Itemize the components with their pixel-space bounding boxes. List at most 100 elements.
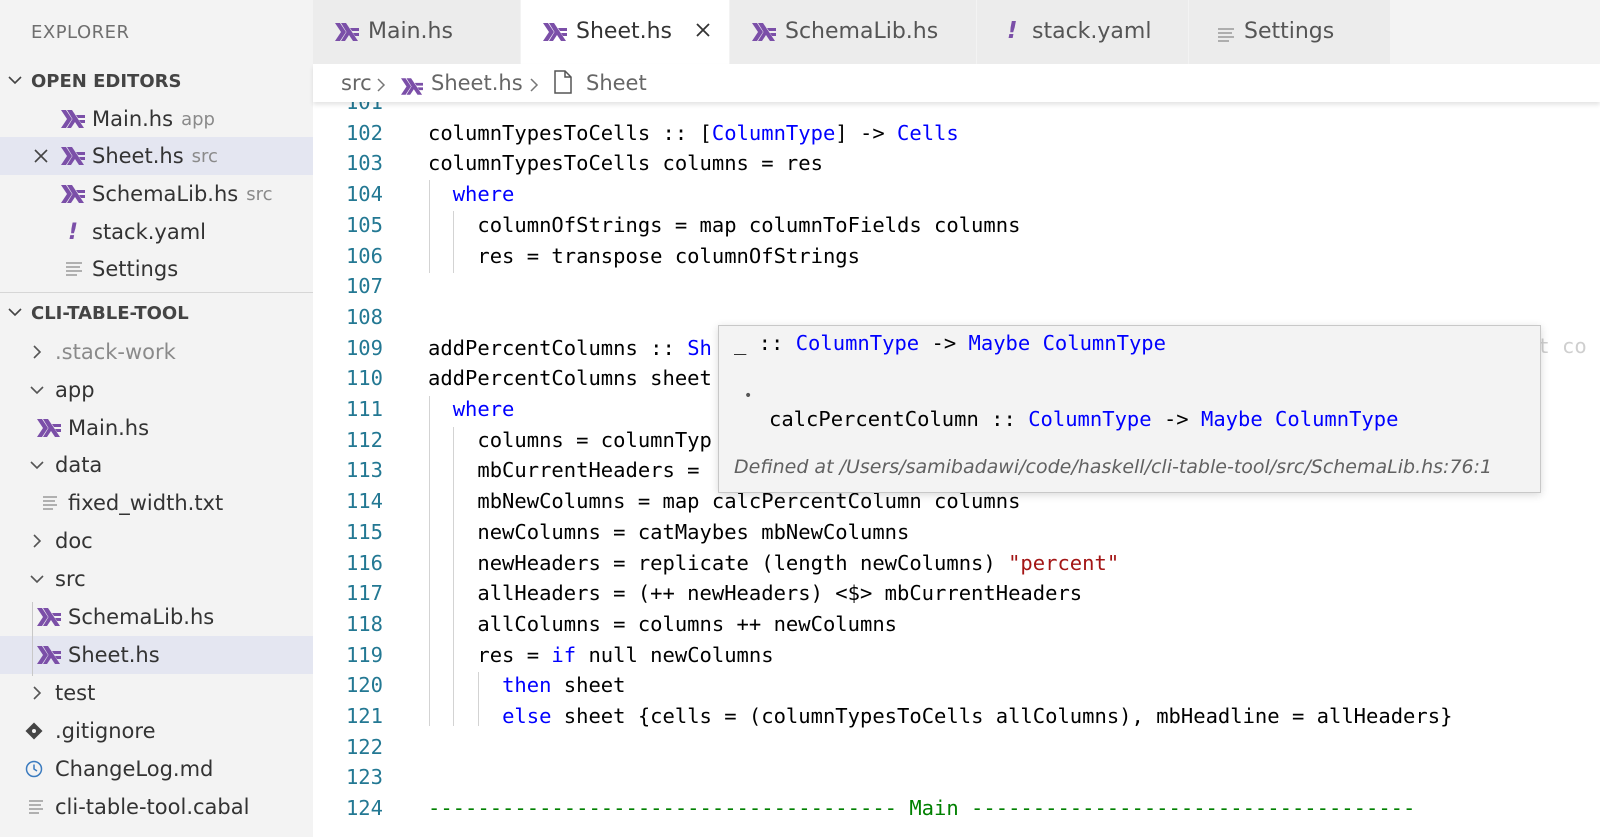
line-number: 117	[345, 581, 383, 606]
code-text: newHeaders = replicate (length newColumn…	[428, 548, 1119, 579]
code-token: calcPercentColumn ::	[769, 407, 1029, 431]
tab-label: Main.hs	[368, 19, 453, 44]
tree-indent-guide	[32, 602, 33, 676]
code-token: -------------------------------------- M…	[428, 796, 1416, 821]
file-name: SchemaLib.hs	[92, 182, 239, 206]
code-token: sheet	[551, 673, 626, 698]
code-token: where	[452, 397, 515, 421]
code-line[interactable]: 121 else sheet {cells = (columnTypesToCe…	[313, 701, 1600, 732]
open-editor-item-sheet[interactable]: Sheet.hs src	[0, 137, 313, 175]
chevron-down-icon	[27, 371, 47, 409]
code-token: else	[502, 704, 552, 728]
code-text: columnTypesToCells columns = res	[428, 148, 823, 179]
code-line[interactable]: 116 newHeaders = replicate (length newCo…	[313, 548, 1600, 579]
code-line[interactable]: 106 res = transpose columnOfStrings	[313, 241, 1600, 272]
tree-folder-doc[interactable]: doc	[0, 522, 313, 560]
line-number: 120	[345, 673, 383, 698]
line-number: 107	[345, 274, 383, 299]
tab-settings[interactable]: Settings	[1189, 0, 1391, 64]
code-text: newColumns = catMaybes mbNewColumns	[428, 517, 909, 548]
tree-file-main-hs[interactable]: Main.hs	[0, 409, 313, 447]
folder-desc: app	[181, 108, 215, 130]
tree-folder-data[interactable]: data	[0, 446, 313, 484]
open-editor-item-main[interactable]: Main.hs app	[0, 100, 313, 138]
open-editors-header[interactable]: OPEN EDITORS	[0, 63, 313, 99]
tab-main-hs[interactable]: Main.hs	[313, 0, 521, 64]
code-token: sheet {cells = (columnTypesToCells allCo…	[551, 704, 1453, 728]
file-symbol-icon	[553, 70, 573, 102]
tab-label: SchemaLib.hs	[785, 19, 939, 44]
code-text: where	[428, 394, 515, 425]
tree-file-schemalib[interactable]: SchemaLib.hs	[0, 598, 313, 636]
breadcrumb-folder[interactable]: src	[341, 68, 372, 98]
chevron-right-icon	[528, 72, 540, 102]
line-number: 118	[345, 611, 383, 636]
code-line[interactable]: 124 -------------------------------------…	[313, 793, 1600, 824]
tree-folder-test[interactable]: test	[0, 674, 313, 712]
tab-label: stack.yaml	[1032, 19, 1152, 44]
chevron-down-icon	[27, 560, 47, 598]
tab-stack-yaml[interactable]: ! stack.yaml	[977, 0, 1189, 64]
line-number: 116	[345, 550, 383, 575]
tree-label: data	[55, 453, 103, 477]
open-editor-item-schemalib[interactable]: SchemaLib.hs src	[0, 175, 313, 213]
tree-label: .stack-work	[55, 340, 176, 364]
haskell-icon	[36, 409, 62, 447]
code-line[interactable]: 115 newColumns = catMaybes mbNewColumns	[313, 517, 1600, 548]
tab-schemalib-hs[interactable]: SchemaLib.hs	[730, 0, 977, 64]
text-file-icon	[26, 788, 46, 826]
code-line[interactable]: 117 allHeaders = (++ newHeaders) <$> mbC…	[313, 578, 1600, 609]
line-number: 101	[345, 102, 383, 114]
open-editor-item-stack-yaml[interactable]: ! stack.yaml	[0, 213, 313, 251]
tree-file-cabal[interactable]: cli-table-tool.cabal	[0, 788, 313, 826]
code-line[interactable]: 119 res = if null newColumns	[313, 640, 1600, 671]
tree-folder-src[interactable]: src	[0, 560, 313, 598]
tree-file-gitignore[interactable]: .gitignore	[0, 712, 313, 750]
tree-folder-stack-work[interactable]: .stack-work	[0, 333, 313, 371]
code-token: if	[551, 642, 577, 667]
chevron-right-icon	[27, 522, 47, 560]
clock-icon	[24, 750, 44, 788]
code-line[interactable]: 101	[313, 102, 1600, 118]
code-text: mbCurrentHeaders =	[428, 455, 712, 486]
code-line[interactable]: 122	[313, 732, 1600, 763]
open-editor-item-settings[interactable]: Settings	[0, 250, 313, 288]
haskell-icon	[36, 636, 62, 674]
code-token: ColumnType	[795, 331, 920, 355]
tab-sheet-hs[interactable]: Sheet.hs	[521, 0, 730, 64]
indent-guide	[429, 396, 430, 726]
project-header[interactable]: CLI-TABLE-TOOL	[0, 295, 313, 331]
code-line[interactable]: 118 allColumns = columns ++ newColumns	[313, 609, 1600, 640]
settings-lines-icon	[1217, 24, 1235, 49]
breadcrumb-symbol[interactable]: Sheet	[586, 68, 647, 98]
code-line[interactable]: 105 columnOfStrings = map columnToFields…	[313, 210, 1600, 241]
tab-label: Settings	[1244, 19, 1335, 44]
line-number: 111	[345, 397, 383, 421]
tree-file-fixed-width[interactable]: fixed_width.txt	[0, 484, 313, 522]
tree-label: cli-table-tool.cabal	[55, 795, 250, 819]
code-line[interactable]: 104 where	[313, 179, 1600, 210]
line-number: 124	[345, 796, 383, 821]
tree-file-changelog[interactable]: ChangeLog.md	[0, 750, 313, 788]
code-line[interactable]: 107	[313, 271, 1600, 302]
chevron-right-icon	[27, 333, 47, 371]
hover-signature-2: calcPercentColumn :: ColumnType -> Maybe…	[769, 404, 1398, 435]
tree-label: app	[55, 378, 95, 402]
code-line[interactable]: 102 columnTypesToCells :: [ColumnType] ->…	[313, 118, 1600, 149]
code-token: columnTypesToCells :: [	[428, 120, 712, 145]
text-file-icon	[40, 484, 60, 522]
code-token: ColumnType	[1028, 407, 1152, 431]
code-line[interactable]: 120 then sheet	[313, 670, 1600, 701]
tree-folder-app[interactable]: app	[0, 371, 313, 409]
code-line[interactable]: 123	[313, 762, 1600, 793]
code-line[interactable]: 103 columnTypesToCells columns = res	[313, 148, 1600, 179]
code-text	[428, 102, 453, 118]
breadcrumb-file[interactable]: Sheet.hs	[431, 68, 523, 98]
tree-file-sheet[interactable]: Sheet.hs	[0, 636, 313, 674]
line-number: 105	[345, 212, 383, 237]
close-icon[interactable]	[30, 137, 52, 175]
code-token: allHeaders = (++ newHeaders) <$> mbCurre…	[428, 581, 1083, 606]
close-icon[interactable]	[693, 20, 713, 46]
